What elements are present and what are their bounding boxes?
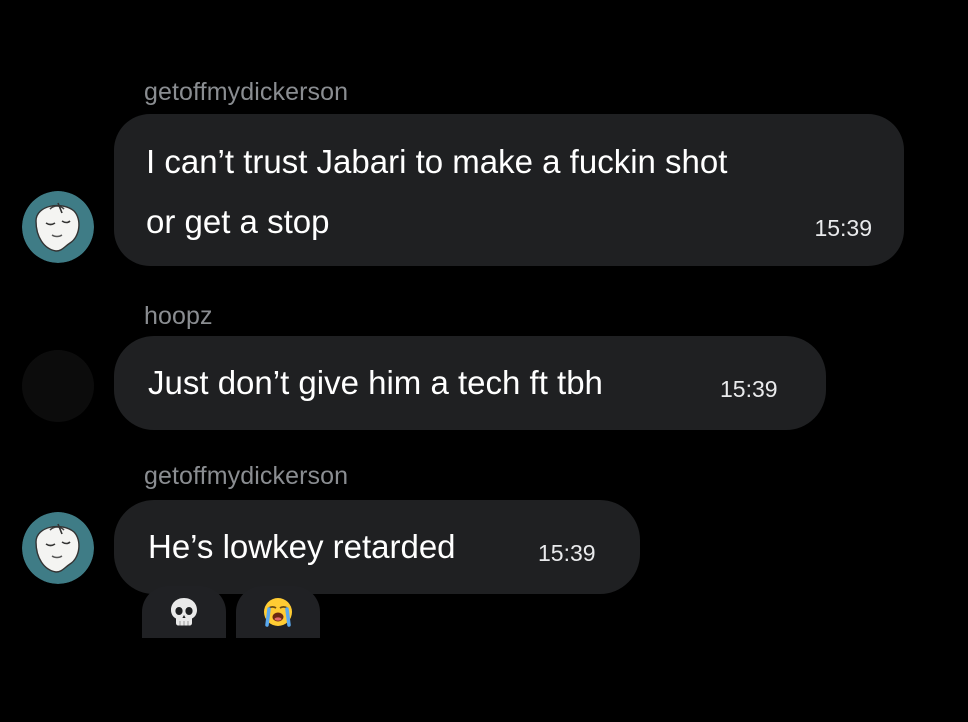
sketch-face-avatar-icon [22, 191, 94, 263]
message-text-line-1: I can’t trust Jabari to make a fuckin sh… [146, 143, 728, 180]
dark-placeholder-avatar-icon [22, 350, 94, 422]
message-text: Just don’t give him a tech ft tbh [148, 364, 603, 401]
chat-thread: getoffmydickerson I can’t trust Jabari t… [0, 0, 968, 722]
sender-name[interactable]: getoffmydickerson [144, 462, 348, 491]
avatar[interactable] [22, 191, 94, 263]
skull-icon [171, 598, 197, 626]
avatar[interactable] [22, 512, 94, 584]
loudly-crying-face-icon [264, 598, 292, 627]
reaction-crying[interactable] [236, 586, 320, 638]
message-bubble[interactable]: Just don’t give him a tech ft tbh 15:39 [114, 336, 826, 430]
message-timestamp: 15:39 [814, 215, 872, 241]
message-bubble[interactable]: He’s lowkey retarded 15:39 [114, 500, 640, 594]
avatar[interactable] [22, 350, 94, 422]
sender-name[interactable]: hoopz [144, 302, 213, 331]
message-timestamp: 15:39 [538, 540, 596, 566]
message-timestamp: 15:39 [720, 376, 778, 402]
message-bubble[interactable]: I can’t trust Jabari to make a fuckin sh… [114, 114, 904, 266]
message-text-line-2: or get a stop [146, 203, 330, 240]
sender-name[interactable]: getoffmydickerson [144, 78, 348, 107]
reaction-skull[interactable] [142, 586, 226, 638]
sketch-face-avatar-icon [22, 512, 94, 584]
message-text: He’s lowkey retarded [148, 528, 456, 565]
